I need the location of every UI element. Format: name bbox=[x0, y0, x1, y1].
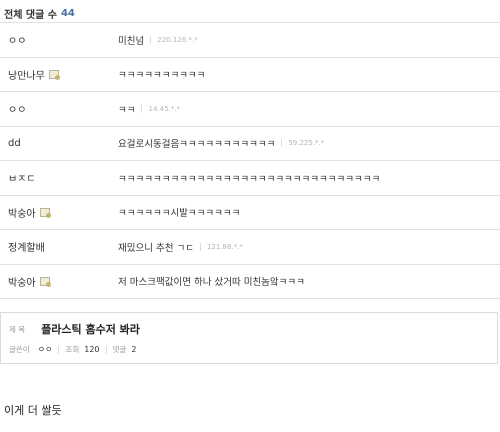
comment-row: ㅂㅈㄷ ㅋㅋㅋㅋㅋㅋㅋㅋㅋㅋㅋㅋㅋㅋㅋㅋㅋㅋㅋㅋㅋㅋㅋㅋㅋㅋㅋㅋㅋㅋ bbox=[0, 160, 500, 195]
comment-text-wrap: 미친넘 220.126.*.* bbox=[118, 33, 198, 47]
comment-row: 낭만나무 ㅋㅋㅋㅋㅋㅋㅋㅋㅋㅋ bbox=[0, 56, 500, 92]
post-comment-count: 2 bbox=[131, 345, 137, 354]
comment-text-wrap: ㅋㅋㅋㅋㅋㅋㅋㅋㅋㅋㅋㅋㅋㅋㅋㅋㅋㅋㅋㅋㅋㅋㅋㅋㅋㅋㅋㅋㅋㅋ bbox=[118, 171, 380, 185]
comment-count: 44 bbox=[60, 7, 75, 19]
post-title-row: 제 목 플라스틱 홈수저 봐라 bbox=[9, 321, 140, 337]
member-gallery-icon[interactable] bbox=[39, 207, 51, 218]
comment-author[interactable]: 박숭아 bbox=[8, 274, 51, 289]
comment-author[interactable]: 정계할배 bbox=[8, 239, 45, 254]
comment-author-name[interactable]: 낭만나무 bbox=[8, 67, 45, 82]
comment-ip: 59.225.*.* bbox=[281, 139, 324, 148]
divider bbox=[105, 345, 107, 354]
comment-ip: 220.126.*.* bbox=[150, 35, 198, 44]
comments-label: 댓글 bbox=[112, 345, 127, 354]
comment-ip: 121.88.*.* bbox=[199, 242, 243, 251]
comment-row: 박숭아 ㅋㅋㅋㅋㅋㅋ시발ㅋㅋㅋㅋㅋㅋ bbox=[0, 194, 500, 230]
post-author[interactable]: ㅇㅇ bbox=[38, 344, 53, 355]
comment-text: 저 마스크팩값이면 하나 샀거따 미친놈앜ㅋㅋㅋ bbox=[118, 277, 305, 289]
comment-author-name[interactable]: 박숭아 bbox=[8, 274, 36, 289]
member-gallery-icon[interactable] bbox=[39, 276, 51, 287]
comment-row: ㅇㅇ 미친넘 220.126.*.* bbox=[0, 22, 500, 57]
comment-text-wrap: 요걸로시동걸음ㅋㅋㅋㅋㅋㅋㅋㅋㅋㅋㅋ 59.225.*.* bbox=[118, 136, 324, 150]
comment-text: ㅋㅋ bbox=[118, 104, 136, 116]
comment-author-name[interactable]: ㅇㅇ bbox=[8, 32, 26, 47]
comment-row: dd 요걸로시동걸음ㅋㅋㅋㅋㅋㅋㅋㅋㅋㅋㅋ 59.225.*.* bbox=[0, 125, 500, 161]
views-count: 120 bbox=[84, 345, 100, 354]
comment-ip: 14.45.*.* bbox=[141, 104, 180, 113]
title-label: 제 목 bbox=[9, 324, 26, 334]
comment-text: ㅋㅋㅋㅋㅋㅋㅋㅋㅋㅋㅋㅋㅋㅋㅋㅋㅋㅋㅋㅋㅋㅋㅋㅋㅋㅋㅋㅋㅋㅋ bbox=[118, 173, 381, 185]
comment-author[interactable]: 박숭아 bbox=[8, 205, 51, 220]
comments-header: 전체 댓글 수 44 bbox=[4, 4, 496, 22]
comment-row: ㅇㅇ ㅋㅋ 14.45.*.* bbox=[0, 91, 500, 126]
comment-text-wrap: ㅋㅋㅋㅋㅋㅋㅋㅋㅋㅋ bbox=[118, 67, 205, 81]
comment-text-wrap: 저 마스크팩값이면 하나 샀거따 미친놈앜ㅋㅋㅋ bbox=[118, 274, 305, 288]
post-body-text: 이게 더 쌀듯 bbox=[4, 404, 62, 417]
comments-header-label: 전체 댓글 수 bbox=[4, 9, 57, 21]
comment-author-name[interactable]: ㅇㅇ bbox=[8, 101, 26, 116]
member-gallery-icon[interactable] bbox=[48, 69, 60, 80]
comment-text-wrap: 재밌으니 추천 ㄱㄷ 121.88.*.* bbox=[118, 240, 243, 254]
comment-author[interactable]: ㅂㅈㄷ bbox=[8, 170, 36, 185]
comment-text: ㅋㅋㅋㅋㅋㅋ시발ㅋㅋㅋㅋㅋㅋ bbox=[118, 208, 241, 220]
comment-text: ㅋㅋㅋㅋㅋㅋㅋㅋㅋㅋ bbox=[118, 70, 206, 82]
post-meta: 글쓴이 ㅇㅇ 조회 120 댓글 2 bbox=[9, 344, 136, 355]
comment-author-name[interactable]: 정계할배 bbox=[8, 239, 45, 254]
author-label: 글쓴이 bbox=[9, 345, 30, 354]
comment-row: 정계할배 재밌으니 추천 ㄱㄷ 121.88.*.* bbox=[0, 229, 500, 264]
post-title[interactable]: 플라스틱 홈수저 봐라 bbox=[41, 321, 140, 337]
comment-author-name[interactable]: dd bbox=[8, 138, 21, 149]
comment-list: ㅇㅇ 미친넘 220.126.*.* 낭만나무 ㅋㅋㅋㅋㅋㅋㅋㅋㅋㅋ ㅇㅇ ㅋㅋ 14.45.… bbox=[0, 22, 500, 299]
comment-author[interactable]: dd bbox=[8, 138, 21, 149]
comment-row: 박숭아 저 마스크팩값이면 하나 샀거따 미친놈앜ㅋㅋㅋ bbox=[0, 263, 500, 299]
comment-text-wrap: ㅋㅋㅋㅋㅋㅋ시발ㅋㅋㅋㅋㅋㅋ bbox=[118, 205, 240, 219]
divider bbox=[58, 345, 60, 354]
comment-text: 미친넘 bbox=[118, 35, 145, 47]
comment-author-name[interactable]: 박숭아 bbox=[8, 205, 36, 220]
comment-author[interactable]: ㅇㅇ bbox=[8, 32, 26, 47]
comment-author[interactable]: 낭만나무 bbox=[8, 67, 60, 82]
comment-author-name[interactable]: ㅂㅈㄷ bbox=[8, 170, 36, 185]
comment-text: 요걸로시동걸음ㅋㅋㅋㅋㅋㅋㅋㅋㅋㅋㅋ bbox=[118, 139, 276, 151]
views-label: 조회 bbox=[65, 345, 80, 354]
post-summary[interactable]: 제 목 플라스틱 홈수저 봐라 글쓴이 ㅇㅇ 조회 120 댓글 2 bbox=[0, 312, 498, 364]
comment-text: 재밌으니 추천 ㄱㄷ bbox=[118, 242, 194, 254]
comment-text-wrap: ㅋㅋ 14.45.*.* bbox=[118, 102, 180, 116]
comment-author[interactable]: ㅇㅇ bbox=[8, 101, 26, 116]
